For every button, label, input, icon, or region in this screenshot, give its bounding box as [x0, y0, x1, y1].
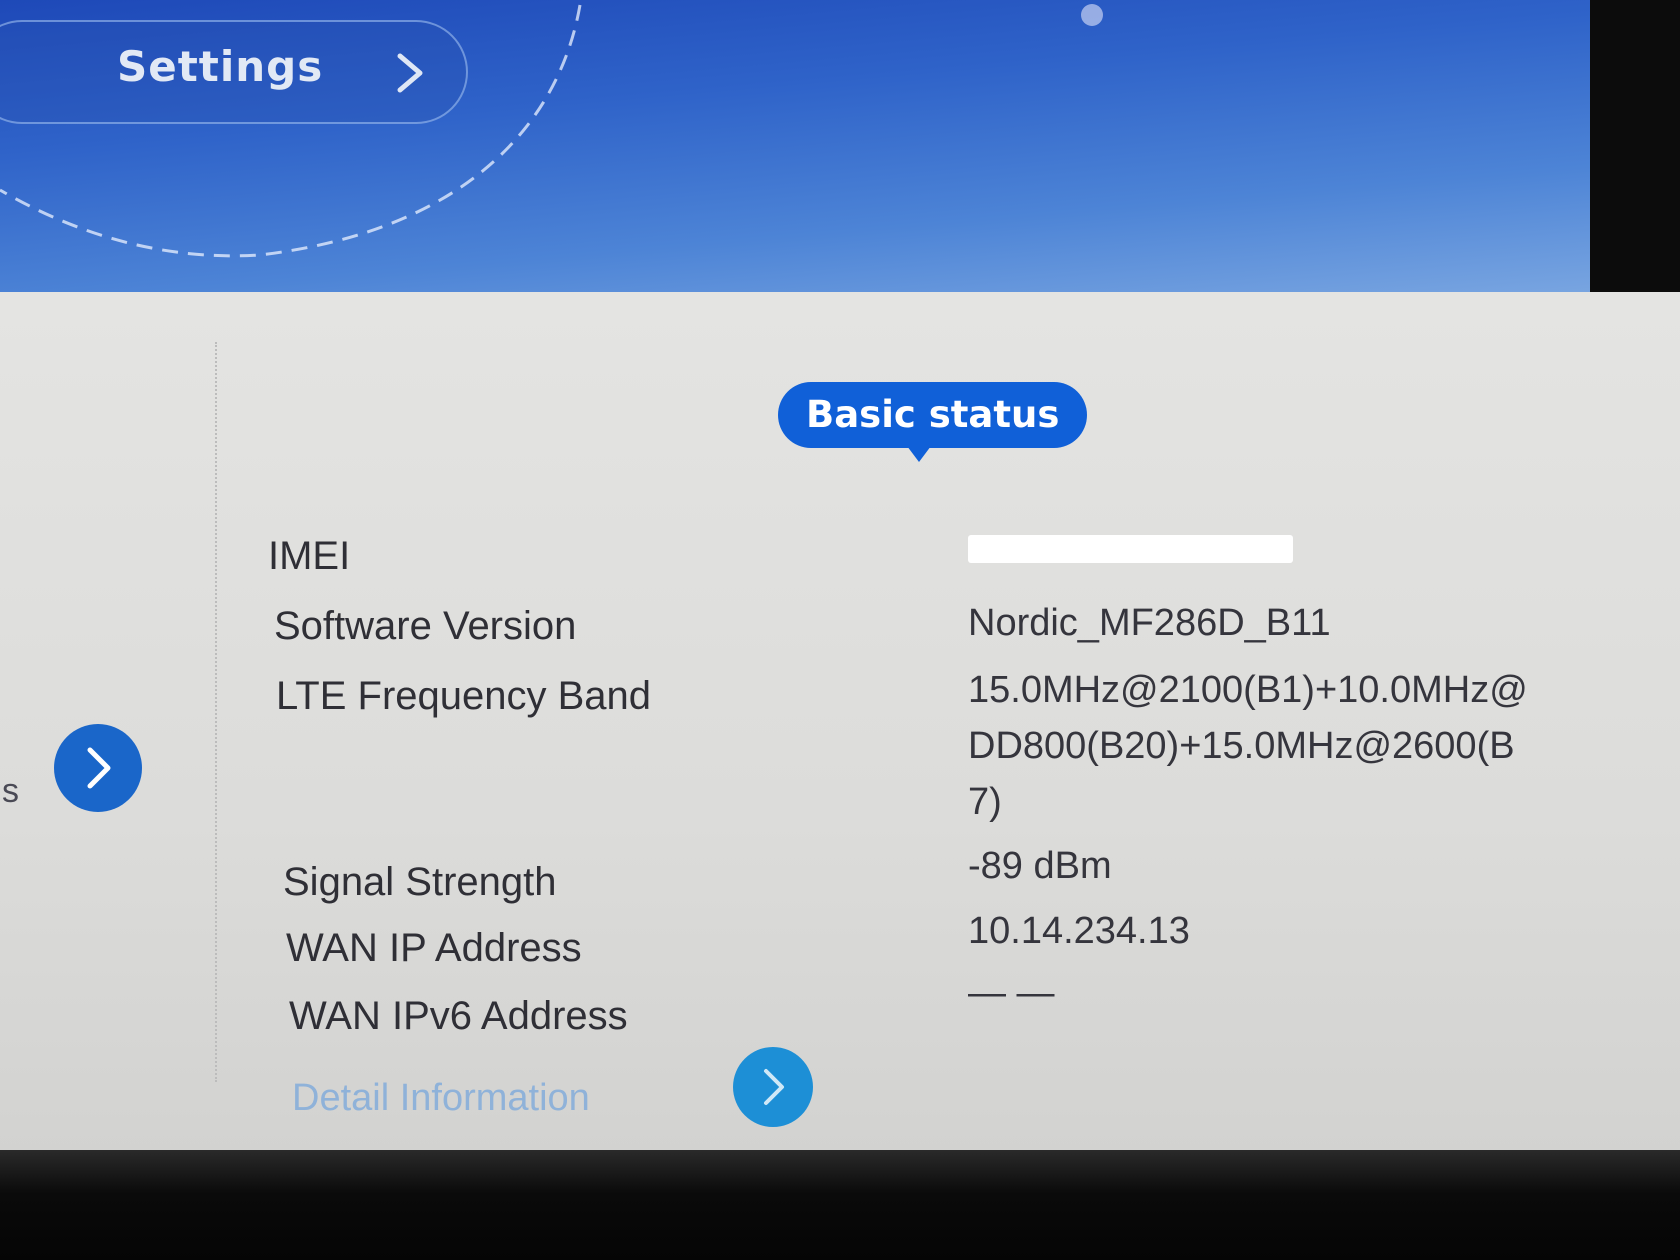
- basic-status-title: Basic status: [778, 382, 1088, 448]
- detail-information-button[interactable]: [733, 1047, 813, 1127]
- wan-ipv6-address-label: WAN IPv6 Address: [289, 994, 628, 1038]
- left-nav-button[interactable]: [54, 724, 142, 812]
- monitor-bezel: [0, 1150, 1680, 1260]
- signal-strength-label: Signal Strength: [283, 860, 557, 904]
- header-banner: Settings: [0, 0, 1590, 298]
- wan-ip-address-value: 10.14.234.13: [968, 910, 1190, 952]
- chevron-right-icon: [733, 1047, 813, 1127]
- wan-ipv6-address-value: — —: [968, 972, 1055, 1014]
- software-version-value: Nordic_MF286D_B11: [968, 602, 1331, 644]
- router-status-screen: Settings s Basic status IMEI Software Ve…: [0, 0, 1680, 1260]
- wan-ip-address-label: WAN IP Address: [286, 926, 582, 970]
- left-menu-partial-label: s: [2, 772, 19, 810]
- column-divider: [215, 342, 217, 1082]
- chevron-right-icon: [54, 724, 142, 812]
- imei-label: IMEI: [268, 534, 351, 578]
- chevron-right-icon: [388, 50, 434, 96]
- signal-strength-value: -89 dBm: [968, 845, 1112, 887]
- main-content: s Basic status IMEI Software Version LTE…: [0, 292, 1680, 1162]
- detail-information-link[interactable]: Detail Information: [292, 1077, 590, 1120]
- lte-frequency-band-value: 15.0MHz@2100(B1)+10.0MHz@DD800(B20)+15.0…: [968, 669, 1528, 823]
- basic-status-bubble-tail: [907, 446, 931, 462]
- lte-frequency-band-label: LTE Frequency Band: [276, 674, 652, 718]
- software-version-label: Software Version: [274, 604, 577, 648]
- settings-label: Settings: [117, 42, 324, 91]
- imei-value-redacted: [968, 535, 1293, 563]
